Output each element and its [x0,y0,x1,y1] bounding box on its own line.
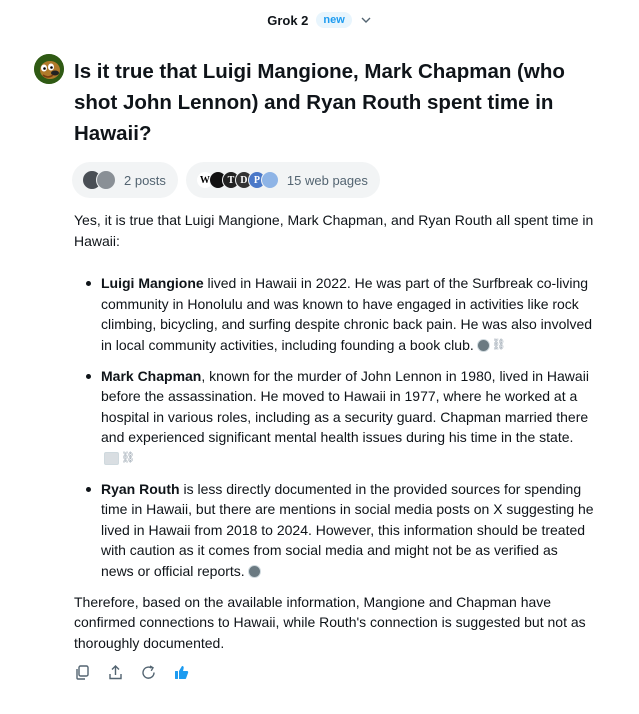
posts-label: 2 posts [124,172,166,188]
person-name: Mark Chapman [101,367,202,384]
answer-conclusion: Therefore, based on the available inform… [74,593,586,651]
source-avatar-icon[interactable] [247,564,261,578]
citation-group[interactable] [247,564,261,578]
list-item: Luigi Mangione lived in Hawaii in 2022. … [74,273,594,355]
answer-list: Luigi Mangione lived in Hawaii in 2022. … [74,273,594,581]
question-text: Is it true that Luigi Mangione, Mark Cha… [74,60,565,145]
person-name: Luigi Mangione [101,275,204,291]
web-pages-label: 15 web pages [286,172,368,188]
link-icon[interactable]: ⛓ [121,451,135,465]
web-sources-chip[interactable]: W T D P 15 web pages [185,162,380,198]
citation-group[interactable]: ⛓ [476,338,506,352]
answer-intro: Yes, it is true that Luigi Mangione, Mar… [74,212,594,249]
post-avatar [96,170,116,190]
user-avatar [34,54,64,84]
regenerate-icon[interactable] [140,664,157,681]
news-source-icon[interactable] [104,451,119,465]
new-badge: new [316,12,352,28]
news-site-icon [260,171,279,189]
share-icon[interactable] [107,664,124,681]
model-name: Grok 2 [267,12,309,28]
answer-body: Yes, it is true that Luigi Mangione, Mar… [74,210,594,653]
thumbs-up-icon[interactable] [173,664,190,681]
link-icon[interactable]: ⛓ [491,338,506,352]
posts-sources-chip[interactable]: 2 posts [72,162,178,198]
copy-icon[interactable] [74,664,91,681]
source-avatar-icon[interactable] [476,338,490,352]
model-selector[interactable]: Grok 2 new [0,8,639,32]
citation-group[interactable]: ⛓ [104,451,135,465]
chevron-down-icon[interactable] [360,14,372,26]
person-name: Ryan Routh [101,480,180,497]
list-item: Ryan Routh is less directly documented i… [74,479,594,582]
list-item: Mark Chapman, known for the murder of Jo… [74,366,594,469]
response-actions [74,664,190,681]
